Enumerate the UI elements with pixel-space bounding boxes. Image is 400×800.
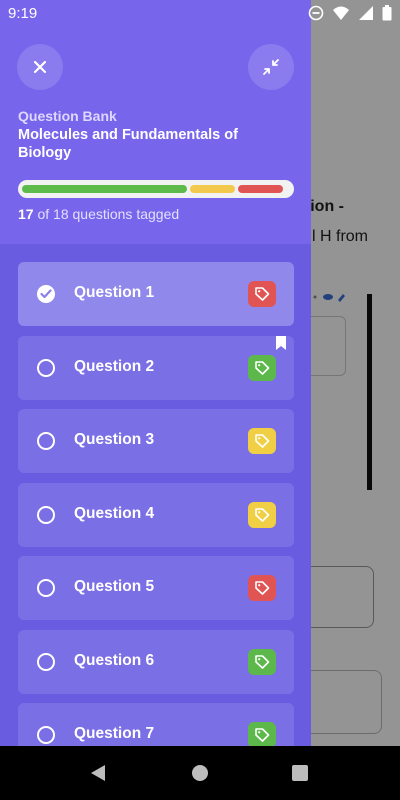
drawer-header: Question Bank Molecules and Fundamentals… [0,0,311,244]
question-item[interactable]: Question 7 [18,703,294,746]
tag-icon[interactable] [248,281,276,307]
tag-icon[interactable] [248,648,276,675]
question-drawer: Question Bank Molecules and Fundamentals… [0,0,311,746]
bookmark-icon [276,335,286,355]
status-bar: 9:19 [0,0,400,28]
deck-title: Molecules and Fundamentals of Biology [18,127,238,161]
battery-icon [382,5,392,21]
tag-icon[interactable] [248,428,276,454]
tagged-of-text: of 18 questions tagged [33,206,180,222]
progress-green-segment [22,185,187,193]
collapse-icon [263,59,279,75]
status-icons [308,5,392,21]
wifi-icon [333,6,349,20]
radio-icon [37,579,55,597]
tag-icon[interactable] [248,575,276,601]
question-label: Question 7 [74,725,155,742]
check-circle-icon [37,285,55,303]
question-item[interactable]: Question 6 [18,629,294,694]
navigation-bar [0,746,400,800]
signal-icon [359,6,373,20]
question-item[interactable]: Question 2 [18,335,294,400]
tagged-count: 17 [18,206,34,222]
close-button[interactable] [17,44,63,90]
section-label: Question Bank [18,108,117,124]
home-icon[interactable] [192,765,208,781]
radio-icon [37,432,55,450]
question-item[interactable]: Question 1 [18,262,294,326]
progress-red-segment [238,185,283,193]
question-item[interactable]: Question 4 [18,482,294,547]
progress-yellow-segment [190,185,235,193]
tag-progress-bar [18,180,294,198]
tag-icon[interactable] [248,722,276,746]
question-label: Question 4 [74,504,155,522]
question-item[interactable]: Question 3 [18,409,294,473]
question-label: Question 3 [74,431,155,448]
tag-icon[interactable] [248,354,276,381]
question-label: Question 5 [74,578,155,595]
question-item[interactable]: Question 5 [18,556,294,620]
recents-icon[interactable] [292,765,308,781]
dnd-icon [308,5,324,21]
radio-icon [37,652,55,671]
tag-icon[interactable] [248,501,276,528]
collapse-button[interactable] [248,44,294,90]
radio-icon [37,358,55,377]
close-icon [33,60,47,74]
question-label: Question 2 [74,357,155,375]
back-icon[interactable] [90,764,106,782]
status-time: 9:19 [8,5,38,22]
tag-summary: 17 of 18 questions tagged [18,206,179,222]
radio-icon [37,505,55,524]
question-label: Question 1 [74,284,155,301]
radio-icon [37,726,55,744]
question-label: Question 6 [74,651,155,669]
question-list: Question 1 Question 2 Question 3 Question 4… [18,262,294,746]
